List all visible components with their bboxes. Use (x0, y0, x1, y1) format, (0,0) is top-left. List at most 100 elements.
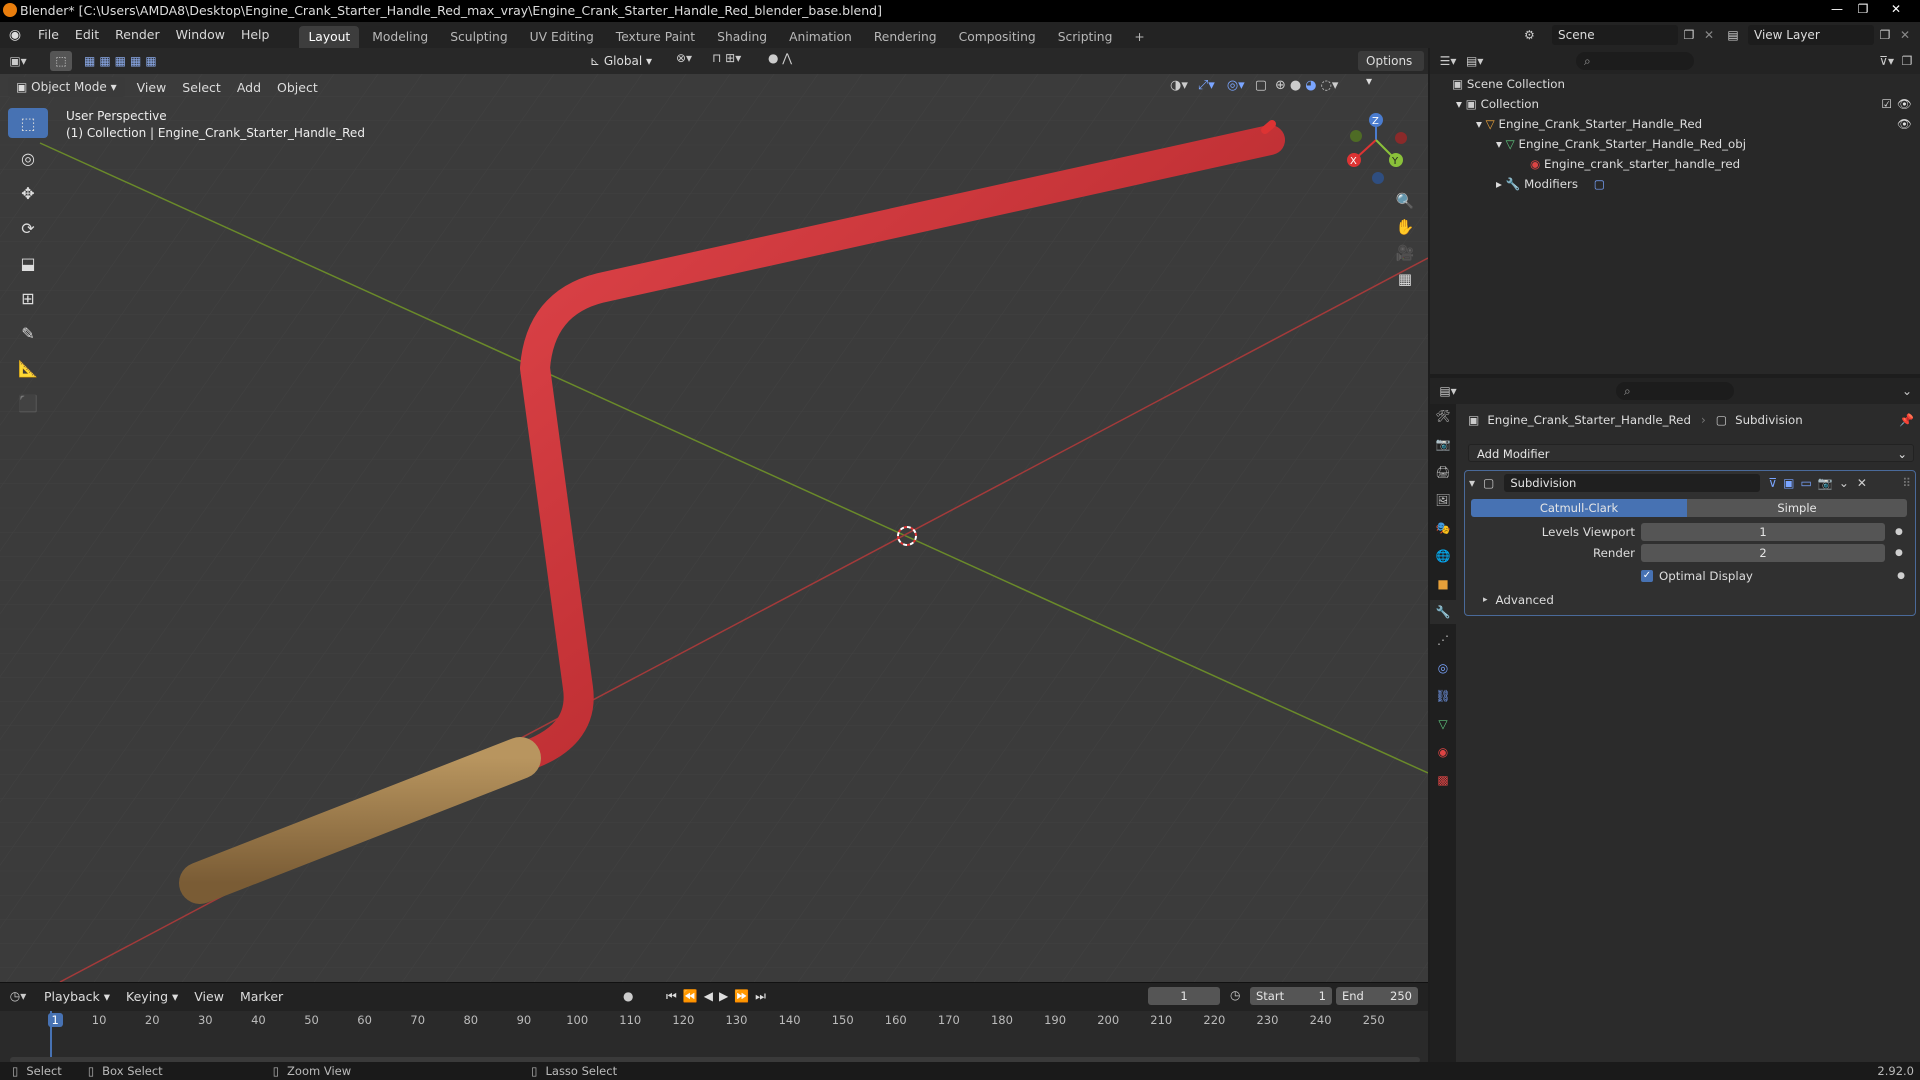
add-modifier-dropdown[interactable]: Add Modifier ⌄ (1468, 444, 1914, 462)
close-button[interactable]: ✕ (1876, 0, 1916, 22)
menu-help[interactable]: Help (233, 22, 278, 48)
preview-range-icon[interactable]: ◷ (1230, 988, 1240, 1002)
visibility-eye-icon[interactable]: 👁 (1897, 94, 1912, 114)
drag-handle-icon[interactable]: ⠿ (1902, 476, 1911, 490)
current-frame-field[interactable]: 1 (1148, 987, 1220, 1005)
animate-dot-icon[interactable]: ● (1897, 571, 1905, 581)
scene-icon[interactable]: ⚙ (1524, 28, 1552, 42)
rendered-shading-icon[interactable]: ◌▾ (1321, 78, 1339, 93)
texture-tab-icon[interactable]: ▩ (1430, 768, 1456, 792)
transform-tool[interactable]: ⊞ (8, 283, 48, 313)
modifier-menu-icon[interactable]: ⌄ (1839, 476, 1849, 490)
animate-dot-icon[interactable]: ● (1895, 548, 1903, 558)
menu-playback[interactable]: Playback ▾ (36, 989, 118, 1004)
constraints-tab-icon[interactable]: ⛓ (1430, 684, 1456, 708)
cage-toggle-icon[interactable]: ▣ (1783, 476, 1794, 490)
modifier-name-field[interactable]: Subdivision (1504, 474, 1761, 492)
menu-object[interactable]: Object (269, 80, 326, 95)
xray-icon[interactable]: ▢ (1255, 78, 1267, 93)
object-eye-icon[interactable]: 👁 (1897, 114, 1912, 134)
editor-type-icon[interactable]: ▣▾ (0, 54, 36, 68)
tab-uv-editing[interactable]: UV Editing (521, 26, 603, 48)
tab-texture-paint[interactable]: Texture Paint (607, 26, 704, 48)
proportional-edit-icon[interactable]: ● ⋀ (768, 51, 792, 65)
object-row[interactable]: ▾ ▽ Engine_Crank_Starter_Handle_Red 👁 (1476, 114, 1916, 134)
scene-tab-icon[interactable]: 🎭 (1430, 516, 1456, 540)
menu-keying[interactable]: Keying ▾ (118, 989, 186, 1004)
menu-marker[interactable]: Marker (232, 989, 291, 1004)
move-tool[interactable]: ✥ (8, 178, 48, 208)
view-layer-tab-icon[interactable]: 🖼 (1430, 488, 1456, 512)
options-dropdown[interactable]: Options ▾ (1358, 51, 1424, 88)
outliner-search-input[interactable]: ⌕ (1576, 52, 1694, 70)
edit-mode-toggle-icon[interactable]: ⊽ (1768, 476, 1777, 490)
menu-file[interactable]: File (30, 22, 67, 48)
ortho-grid-icon[interactable]: ▦ (1392, 266, 1418, 292)
expand-arrow-icon[interactable]: ▾ (1456, 97, 1462, 111)
simple-button[interactable]: Simple (1687, 499, 1907, 517)
menu-select[interactable]: Select (174, 80, 229, 95)
scene-selector[interactable]: Scene (1552, 25, 1678, 45)
playback-controls[interactable]: ⏮⏪◀▶⏩⏭ (666, 989, 772, 1004)
viewport-toggle-icon[interactable]: ▭ (1801, 476, 1812, 490)
tab-scripting[interactable]: Scripting (1049, 26, 1122, 48)
expand-arrow-icon[interactable]: ▸ (1496, 177, 1502, 191)
object-tab-icon[interactable]: ■ (1430, 572, 1456, 596)
snap-icon[interactable]: ⊓ ⊞▾ (712, 51, 741, 65)
zoom-icon[interactable]: 🔍 (1392, 188, 1418, 214)
pivot-icon[interactable]: ⊗▾ (676, 51, 692, 65)
camera-icon[interactable]: 🎥 (1392, 240, 1418, 266)
material-shading-icon[interactable]: ◕ (1305, 78, 1316, 93)
menu-view[interactable]: View (129, 80, 175, 95)
cursor-tool[interactable]: ◎ (8, 143, 48, 173)
new-view-layer-icon[interactable]: ❐ (1874, 28, 1896, 42)
new-scene-icon[interactable]: ❐ (1678, 28, 1700, 42)
catmull-clark-button[interactable]: Catmull-Clark (1471, 499, 1687, 517)
tab-sculpting[interactable]: Sculpting (441, 26, 516, 48)
optimal-display-checkbox[interactable]: ✓ (1641, 570, 1653, 582)
playhead[interactable] (50, 1011, 52, 1061)
maximize-button[interactable]: ❐ (1850, 0, 1876, 22)
menu-window[interactable]: Window (168, 22, 233, 48)
timeline-ruler[interactable]: 1 10 20 30 40 50 60 70 80 90 100 110 120 130 140 150 160… (0, 1011, 1428, 1067)
tab-compositing[interactable]: Compositing (950, 26, 1045, 48)
tab-layout[interactable]: Layout (299, 26, 360, 48)
rotate-tool[interactable]: ⟳ (8, 213, 48, 243)
outliner-editor-icon[interactable]: ☰▾ (1430, 54, 1466, 68)
menu-add[interactable]: Add (229, 80, 269, 95)
modifier-tab-icon[interactable]: 🔧 (1430, 600, 1456, 624)
mesh-row[interactable]: ▾ ▽ Engine_Crank_Starter_Handle_Red_obj (1496, 134, 1746, 154)
filter-icon[interactable]: ⊽▾ (1879, 54, 1894, 68)
animate-dot-icon[interactable]: ● (1895, 527, 1903, 537)
levels-viewport-field[interactable]: 1 (1641, 523, 1885, 541)
end-frame-field[interactable]: End 250 (1336, 987, 1418, 1005)
menu-render[interactable]: Render (107, 22, 168, 48)
blender-menu-icon[interactable]: ◉ (0, 27, 30, 43)
tool-tab-icon[interactable]: 🛠 (1430, 404, 1456, 428)
tab-rendering[interactable]: Rendering (865, 26, 946, 48)
properties-search-input[interactable]: ⌕ (1616, 382, 1734, 400)
collapse-arrow-icon[interactable]: ▾ (1469, 476, 1475, 490)
delete-scene-icon[interactable]: ✕ (1700, 28, 1718, 42)
timeline-editor-icon[interactable]: ◷▾ (0, 989, 36, 1003)
tab-shading[interactable]: Shading (708, 26, 776, 48)
pan-hand-icon[interactable]: ✋ (1392, 214, 1418, 240)
display-mode-icon[interactable]: ▤▾ (1466, 54, 1496, 68)
scale-tool[interactable]: ⬓ (8, 248, 48, 278)
transform-orientation-dropdown[interactable]: ⊾ Global ▾ (590, 51, 652, 71)
select-box-tool[interactable]: ⬚ (8, 108, 48, 138)
expand-arrow-icon[interactable]: ▾ (1496, 137, 1502, 151)
expand-arrow-icon[interactable]: ▾ (1476, 117, 1482, 131)
overlay-toggle-icon[interactable]: ◎▾ (1227, 78, 1245, 93)
menu-timeline-view[interactable]: View (186, 989, 232, 1004)
delete-view-layer-icon[interactable]: ✕ (1896, 28, 1914, 42)
render-toggle-icon[interactable]: 📷 (1818, 476, 1833, 490)
physics-tab-icon[interactable]: ◎ (1430, 656, 1456, 680)
view-layer-icon[interactable]: ▤ (1718, 28, 1748, 42)
render-tab-icon[interactable]: 📷 (1430, 432, 1456, 456)
data-tab-icon[interactable]: ▽ (1430, 712, 1456, 736)
advanced-section[interactable]: Advanced (1496, 593, 1554, 607)
wireframe-shading-icon[interactable]: ⊕ (1275, 78, 1286, 93)
remove-modifier-icon[interactable]: ✕ (1857, 476, 1867, 490)
object-mode-dropdown[interactable]: ▣ Object Mode ▾ (8, 77, 125, 97)
